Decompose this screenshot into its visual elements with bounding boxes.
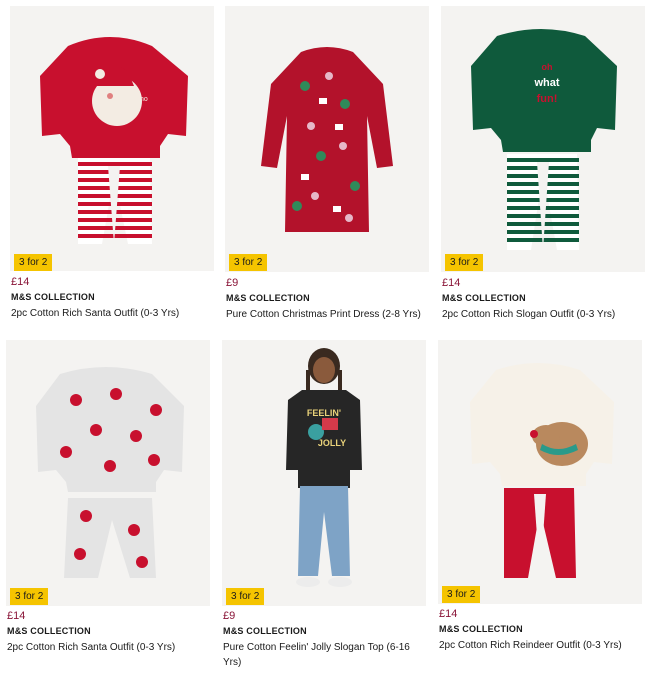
- svg-text:fun!: fun!: [537, 93, 558, 105]
- svg-text:ho: ho: [140, 96, 148, 103]
- product-price: £14: [439, 608, 458, 620]
- product-title[interactable]: 2pc Cotton Rich Reindeer Outfit (0-3 Yrs…: [439, 638, 639, 653]
- product-title[interactable]: Pure Cotton Feelin' Jolly Slogan Top (6-…: [223, 640, 423, 670]
- svg-text:what: what: [533, 77, 559, 89]
- product-image-reindeer-outfit[interactable]: 3 for 2: [438, 340, 642, 604]
- offer-badge: 3 for 2: [10, 588, 49, 605]
- product-card[interactable]: FEELIN' JOLLY 3 for 2 £9 M&S COLLECTION …: [222, 340, 426, 670]
- svg-text:FEELIN': FEELIN': [307, 408, 341, 418]
- product-image-jolly-top[interactable]: FEELIN' JOLLY 3 for 2: [222, 340, 426, 606]
- product-brand: M&S COLLECTION: [439, 624, 523, 634]
- product-price: £9: [223, 610, 236, 622]
- offer-badge: 3 for 2: [229, 254, 268, 271]
- product-card[interactable]: 3 for 2 £14 M&S COLLECTION 2pc Cotton Ri…: [438, 340, 642, 670]
- product-card[interactable]: 3 for 2 £9 M&S COLLECTION Pure Cotton Ch…: [225, 6, 429, 336]
- product-image-slogan-outfit[interactable]: oh what fun! 3 for 2: [441, 6, 645, 272]
- offer-badge: 3 for 2: [14, 254, 53, 271]
- product-title[interactable]: Pure Cotton Christmas Print Dress (2-8 Y…: [226, 307, 426, 322]
- product-image-christmas-dress[interactable]: 3 for 2: [225, 6, 429, 272]
- svg-text:oh: oh: [542, 62, 553, 72]
- product-price: £9: [226, 277, 239, 289]
- product-price: £14: [11, 276, 30, 288]
- product-image-santa-outfit[interactable]: ho 3 for 2: [10, 6, 214, 271]
- product-brand: M&S COLLECTION: [11, 292, 95, 302]
- product-title[interactable]: 2pc Cotton Rich Santa Outfit (0-3 Yrs): [7, 640, 207, 655]
- product-price: £14: [7, 610, 26, 622]
- svg-text:JOLLY: JOLLY: [318, 438, 346, 448]
- offer-badge: 3 for 2: [442, 586, 481, 603]
- product-image-santa-print-outfit[interactable]: 3 for 2: [6, 340, 210, 606]
- product-brand: M&S COLLECTION: [226, 293, 310, 303]
- product-card[interactable]: 3 for 2 £14 M&S COLLECTION 2pc Cotton Ri…: [6, 340, 210, 670]
- product-card[interactable]: oh what fun! 3 for 2 £14 M&S COLLECTION …: [441, 6, 645, 336]
- product-brand: M&S COLLECTION: [223, 626, 307, 636]
- product-card[interactable]: ho 3 for 2 £14 M&S COLLECTION 2pc Cotton…: [10, 6, 214, 336]
- product-title[interactable]: 2pc Cotton Rich Santa Outfit (0-3 Yrs): [11, 306, 211, 321]
- offer-badge: 3 for 2: [445, 254, 484, 271]
- product-brand: M&S COLLECTION: [7, 626, 91, 636]
- product-price: £14: [442, 277, 461, 289]
- product-brand: M&S COLLECTION: [442, 293, 526, 303]
- product-title[interactable]: 2pc Cotton Rich Slogan Outfit (0-3 Yrs): [442, 307, 642, 322]
- offer-badge: 3 for 2: [226, 588, 265, 605]
